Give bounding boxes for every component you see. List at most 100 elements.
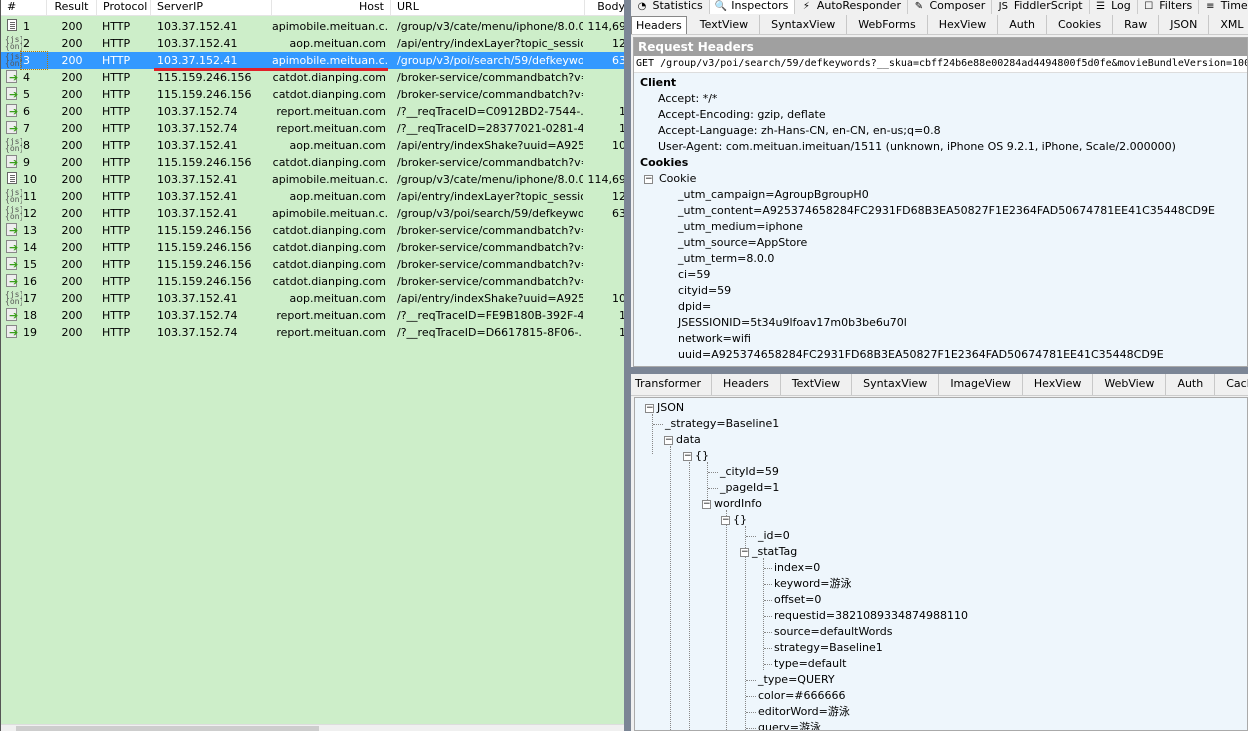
session-row[interactable]: 15 200 HTTP 115.159.246.156 catdot.dianping.…: [1, 256, 625, 273]
tab-composer[interactable]: ✎ Composer: [908, 0, 993, 14]
tree-node-stat[interactable]: index=0: [764, 560, 820, 576]
horizontal-splitter[interactable]: [631, 367, 1248, 374]
collapse-icon[interactable]: −: [683, 451, 692, 461]
tree-node-wordinfo-field[interactable]: _type=QUERY: [746, 672, 835, 688]
tab-statistics[interactable]: ◔ Statistics: [631, 0, 710, 14]
tab-timeline[interactable]: ≡ Timeline: [1199, 0, 1248, 14]
session-row[interactable]: 14 200 HTTP 115.159.246.156 catdot.dianping.…: [1, 239, 625, 256]
cookie-item[interactable]: network=wifi: [634, 331, 1247, 347]
header-item[interactable]: Accept-Encoding: gzip, deflate: [634, 107, 1247, 123]
request-tab-syntaxview[interactable]: SyntaxView: [760, 15, 848, 34]
column-header-url[interactable]: URL: [391, 0, 585, 16]
session-row[interactable]: {js}{on}2 200 HTTP 103.37.152.41 aop.meituan…: [1, 35, 625, 52]
cookie-item[interactable]: dpid=: [634, 299, 1247, 315]
cookie-item[interactable]: _utm_content=A925374658284FC2931FD68B3EA…: [634, 203, 1247, 219]
request-tab-hexview[interactable]: HexView: [928, 15, 999, 34]
session-row[interactable]: {js}{on}11 200 HTTP 103.37.152.41 aop.meitua…: [1, 188, 625, 205]
tree-node-stat[interactable]: type=default: [764, 656, 847, 672]
request-line[interactable]: GET /group/v3/poi/search/59/defkeywords?…: [634, 56, 1247, 73]
session-row[interactable]: 7 200 HTTP 103.37.152.74 report.meituan.com /…: [1, 120, 625, 137]
response-tab-auth[interactable]: Auth: [1166, 374, 1216, 395]
tree-node-cityid[interactable]: _cityId=59: [708, 464, 779, 480]
session-row[interactable]: 19 200 HTTP 103.37.152.74 report.meituan.com…: [1, 324, 625, 341]
cookie-item[interactable]: cityid=59: [634, 283, 1247, 299]
tree-node-stattag[interactable]: − _statTag: [740, 544, 797, 560]
tree-node-pageid[interactable]: _pageId=1: [708, 480, 779, 496]
session-row[interactable]: {js}{on}3 200 HTTP 103.37.152.41 apimobile.m…: [1, 51, 625, 70]
tree-node-id[interactable]: _id=0: [746, 528, 790, 544]
json-tree-view[interactable]: − JSON _strategy=Baseline1 − data −{} _cit…: [634, 397, 1248, 731]
tab-fiddlerscript[interactable]: JS FiddlerScript: [992, 0, 1090, 14]
cookie-item[interactable]: uuid=A925374658284FC2931FD68B3EA50827F1E…: [634, 347, 1247, 363]
vertical-splitter[interactable]: [624, 0, 631, 731]
request-tab-textview[interactable]: TextView: [689, 15, 761, 34]
cookie-item[interactable]: _utm_term=8.0.0: [634, 251, 1247, 267]
response-tab-hexview[interactable]: HexView: [1023, 374, 1094, 395]
column-header-result[interactable]: Result: [47, 0, 97, 16]
tree-node-object[interactable]: −{}: [683, 448, 709, 464]
tab-filters[interactable]: ☐ Filters: [1138, 0, 1200, 14]
response-tab-caching[interactable]: Caching: [1215, 374, 1248, 395]
session-row[interactable]: 13 200 HTTP 115.159.246.156 catdot.dianping.…: [1, 222, 625, 239]
collapse-icon[interactable]: −: [644, 174, 653, 184]
tree-node-strategy[interactable]: _strategy=Baseline1: [653, 416, 779, 432]
tree-node-wordinfo[interactable]: − wordInfo: [702, 496, 762, 512]
session-row[interactable]: 5 200 HTTP 115.159.246.156 catdot.dianping.c…: [1, 86, 625, 103]
header-item[interactable]: Accept-Language: zh-Hans-CN, en-CN, en-u…: [634, 123, 1247, 139]
session-row[interactable]: 16 200 HTTP 115.159.246.156 catdot.dianping.…: [1, 273, 625, 290]
collapse-icon[interactable]: −: [664, 435, 673, 445]
tree-node-wordinfo-object[interactable]: −{}: [721, 512, 747, 528]
tree-node-data[interactable]: − data: [664, 432, 701, 448]
response-tab-imageview[interactable]: ImageView: [939, 374, 1023, 395]
session-row[interactable]: 4 200 HTTP 115.159.246.156 catdot.dianping.c…: [1, 69, 625, 86]
request-tab-cookies[interactable]: Cookies: [1047, 15, 1114, 34]
session-row[interactable]: 6 200 HTTP 103.37.152.74 report.meituan.com /…: [1, 103, 625, 120]
session-row[interactable]: 1 200 HTTP 103.37.152.41 apimobile.meituan.c…: [1, 18, 625, 35]
tree-node-stat[interactable]: strategy=Baseline1: [764, 640, 883, 656]
header-item[interactable]: User-Agent: com.meituan.imeituan/1511 (u…: [634, 139, 1247, 155]
cookie-item[interactable]: _utm_medium=iphone: [634, 219, 1247, 235]
tree-node-stat[interactable]: offset=0: [764, 592, 821, 608]
cookie-item[interactable]: _utm_source=AppStore: [634, 235, 1247, 251]
cookie-node[interactable]: − Cookie: [634, 171, 1247, 187]
tree-node-stat[interactable]: keyword=游泳: [764, 576, 852, 592]
request-tab-raw[interactable]: Raw: [1113, 15, 1160, 34]
collapse-icon[interactable]: −: [721, 515, 730, 525]
session-row[interactable]: {js}{on}12 200 HTTP 103.37.152.41 apimobile.…: [1, 205, 625, 222]
collapse-icon[interactable]: −: [740, 547, 749, 557]
column-header-body[interactable]: Body: [585, 0, 625, 16]
tree-node-json[interactable]: − JSON: [645, 400, 684, 416]
column-header-serverip[interactable]: ServerIP: [151, 0, 272, 16]
scrollbar-thumb[interactable]: [16, 726, 319, 731]
tree-node-wordinfo-field[interactable]: color=#666666: [746, 688, 846, 704]
tree-node-stat[interactable]: source=defaultWords: [764, 624, 892, 640]
session-row[interactable]: {js}{on}8 200 HTTP 103.37.152.41 aop.meituan…: [1, 137, 625, 154]
request-tab-auth[interactable]: Auth: [998, 15, 1047, 34]
session-row[interactable]: {js}{on}17 200 HTTP 103.37.152.41 aop.meitua…: [1, 290, 625, 307]
collapse-icon[interactable]: −: [645, 403, 654, 413]
request-tab-webforms[interactable]: WebForms: [847, 15, 928, 34]
header-item[interactable]: Accept: */*: [634, 91, 1247, 107]
session-row[interactable]: 18 200 HTTP 103.37.152.74 report.meituan.com…: [1, 307, 625, 324]
response-tab-syntaxview[interactable]: SyntaxView: [852, 374, 940, 395]
tree-node-wordinfo-field[interactable]: query=游泳: [746, 720, 821, 730]
request-tab-headers[interactable]: Headers: [631, 16, 687, 34]
collapse-icon[interactable]: −: [702, 499, 711, 509]
cookie-item[interactable]: JSESSIONID=5t34u9lfoav17m0b3be6u70l: [634, 315, 1247, 331]
session-list[interactable]: # Result Protocol ServerIP Host URL Body…: [0, 0, 625, 731]
tree-node-stat[interactable]: requestid=3821089334874988110: [764, 608, 968, 624]
tab-autoresponder[interactable]: ⚡ AutoResponder: [795, 0, 908, 14]
horizontal-scrollbar[interactable]: [1, 724, 625, 731]
cookie-item[interactable]: _utm_campaign=AgroupBgroupH0: [634, 187, 1247, 203]
column-header-host[interactable]: Host: [272, 0, 391, 16]
response-tab-headers[interactable]: Headers: [712, 374, 781, 395]
tab-inspectors[interactable]: 🔍 Inspectors: [709, 0, 796, 14]
tree-node-wordinfo-field[interactable]: editorWord=游泳: [746, 704, 850, 720]
column-header-number[interactable]: #: [1, 0, 47, 16]
tab-log[interactable]: ☰ Log: [1090, 0, 1138, 14]
session-row[interactable]: 9 200 HTTP 115.159.246.156 catdot.dianping.c…: [1, 154, 625, 171]
cookie-item[interactable]: ci=59: [634, 267, 1247, 283]
response-tab-textview[interactable]: TextView: [781, 374, 853, 395]
response-tab-transformer[interactable]: Transformer: [631, 374, 713, 395]
request-tab-json[interactable]: JSON: [1159, 15, 1210, 34]
